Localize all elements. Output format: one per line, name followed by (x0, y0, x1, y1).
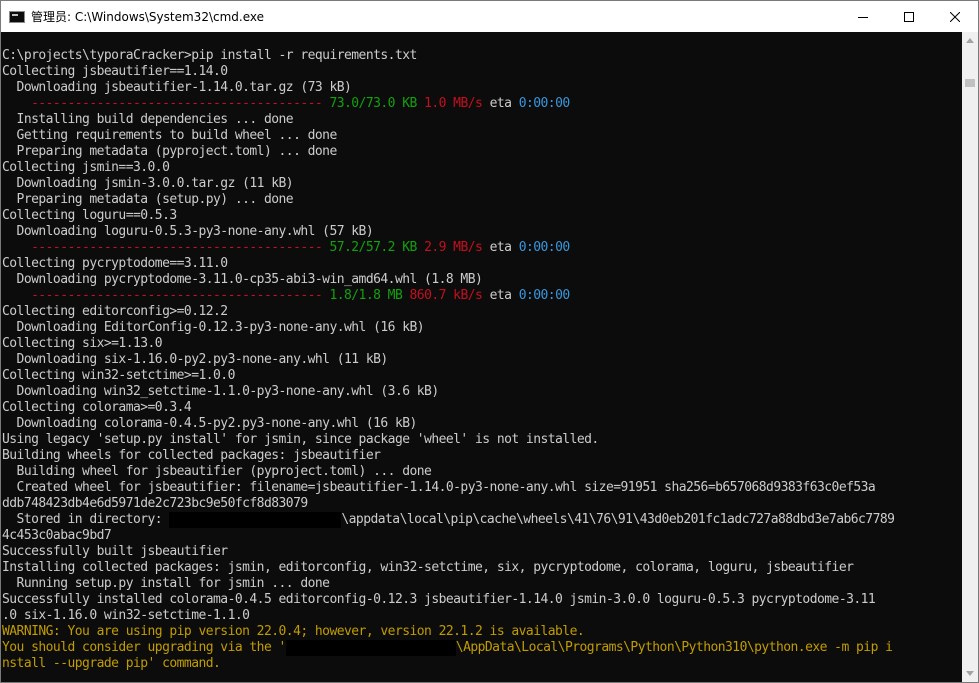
console-icon (9, 10, 25, 23)
close-button[interactable] (932, 1, 978, 32)
console-line: Successfully built jsbeautifier (2, 544, 228, 559)
console-line: Downloading win32_setctime-1.1.0-py3-non… (2, 384, 440, 399)
console-line: Installing collected packages: jsmin, ed… (2, 560, 854, 575)
console-line: Collecting pycryptodome==3.11.0 (2, 256, 228, 271)
progress-amount: 73.0/73.0 KB (329, 96, 417, 111)
progress-line: ----------------------------------------… (2, 288, 962, 304)
console-line: Created wheel for jsbeautifier: filename… (2, 480, 876, 495)
console-line: Building wheel for jsbeautifier (pyproje… (2, 464, 432, 479)
redacted-path (285, 640, 456, 656)
console-line: Collecting six>=1.13.0 (2, 336, 163, 351)
maximize-button[interactable] (886, 1, 932, 32)
scroll-up-arrow-icon (966, 38, 974, 43)
scroll-down-button[interactable] (962, 665, 978, 682)
progress-speed: 2.9 MB/s (424, 240, 483, 255)
progress-amount: 1.8/1.8 MB (329, 288, 403, 303)
progress-bar: ---------------------------------------- (2, 240, 330, 255)
console-line: Downloading jsbeautifier-1.14.0.tar.gz (… (2, 80, 352, 95)
progress-eta: 0:00:00 (518, 96, 570, 111)
progress-eta-label: eta (489, 96, 512, 111)
console-line: Using legacy 'setup.py install' for jsmi… (2, 432, 599, 447)
console-line: Installing build dependencies ... done (2, 112, 294, 127)
warning-suffix: \AppData\Local\Programs\Python\Python310… (455, 640, 893, 655)
console-line: Downloading pycryptodome-3.11.0-cp35-abi… (2, 272, 483, 287)
progress-speed: 860.7 kB/s (409, 288, 483, 303)
console-line: Downloading six-1.16.0-py2.py3-none-any.… (2, 352, 389, 367)
console-line: 4c453c0abac9bd7 (2, 528, 112, 543)
console-line: Collecting editorconfig>=0.12.2 (2, 304, 228, 319)
console-line: Downloading loguru-0.5.3-py3-none-any.wh… (2, 224, 374, 239)
console-line: Collecting loguru==0.5.3 (2, 208, 177, 223)
progress-eta: 0:00:00 (518, 288, 570, 303)
warning-line3: nstall --upgrade pip' command. (2, 656, 221, 671)
console-line: Successfully installed colorama-0.4.5 ed… (2, 592, 876, 607)
console-output[interactable]: C:\projects\typoraCracker>pip install -r… (1, 32, 962, 682)
progress-amount: 57.2/57.2 KB (329, 240, 417, 255)
console-line: Running setup.py install for jsmin ... d… (2, 576, 330, 591)
vertical-scrollbar[interactable] (962, 32, 978, 682)
minimize-button[interactable] (840, 1, 886, 32)
minimize-icon (858, 16, 868, 18)
title-bar[interactable]: 管理员: C:\Windows\System32\cmd.exe (1, 1, 978, 32)
warning-line: nstall --upgrade pip' command. (2, 656, 962, 672)
console-line: Downloading jsmin-3.0.0.tar.gz (11 kB) (2, 176, 294, 191)
progress-line: ----------------------------------------… (2, 96, 962, 112)
cmd-window: 管理员: C:\Windows\System32\cmd.exe C:\proj… (0, 0, 979, 683)
progress-bar: ---------------------------------------- (2, 288, 330, 303)
scroll-up-button[interactable] (962, 32, 978, 49)
close-icon (950, 11, 960, 22)
window-title: 管理员: C:\Windows\System32\cmd.exe (31, 10, 264, 24)
console-line: Downloading EditorConfig-0.12.3-py3-none… (2, 320, 425, 335)
console-text: C:\projects\typoraCracker>pip install -r… (2, 48, 962, 672)
console-line: Collecting win32-setctime>=1.0.0 (2, 368, 235, 383)
console-line: .0 six-1.16.0 win32-setctime-1.1.0 (2, 608, 250, 623)
progress-eta-label: eta (489, 240, 512, 255)
progress-bar: ---------------------------------------- (2, 96, 330, 111)
console-line: Collecting jsmin==3.0.0 (2, 160, 170, 175)
stored-directory-line: Stored in directory: \appdata\local\pip\… (2, 512, 962, 528)
warning-line: You should consider upgrading via the ' \… (2, 640, 962, 656)
progress-line: ----------------------------------------… (2, 240, 962, 256)
console-line: ddb748423db4e6d5971de2c723bc9e50fcf8d830… (2, 496, 308, 511)
warning-line: WARNING: You are using pip version 22.0.… (2, 624, 585, 639)
console-line: Downloading colorama-0.4.5-py2.py3-none-… (2, 416, 418, 431)
stored-prefix: Stored in directory: (2, 512, 170, 527)
scroll-down-arrow-icon (966, 671, 974, 676)
progress-eta: 0:00:00 (518, 240, 570, 255)
progress-eta-label: eta (489, 288, 512, 303)
console-line: C:\projects\typoraCracker>pip install -r… (2, 48, 417, 63)
console-line: Building wheels for collected packages: … (2, 448, 381, 463)
maximize-icon (904, 11, 914, 22)
console-line: Getting requirements to build wheel ... … (2, 128, 338, 143)
console-line: Preparing metadata (setup.py) ... done (2, 192, 294, 207)
window-controls (840, 1, 978, 32)
redacted-path (169, 512, 342, 528)
scrollbar-thumb[interactable] (965, 79, 975, 88)
console-line: Collecting jsbeautifier==1.14.0 (2, 64, 228, 79)
stored-suffix: \appdata\local\pip\cache\wheels\41\76\91… (341, 512, 895, 527)
console-line: Collecting colorama>=0.3.4 (2, 400, 192, 415)
console-line: Preparing metadata (pyproject.toml) ... … (2, 144, 338, 159)
warning-prefix: You should consider upgrading via the ' (2, 640, 286, 655)
progress-speed: 1.0 MB/s (424, 96, 483, 111)
